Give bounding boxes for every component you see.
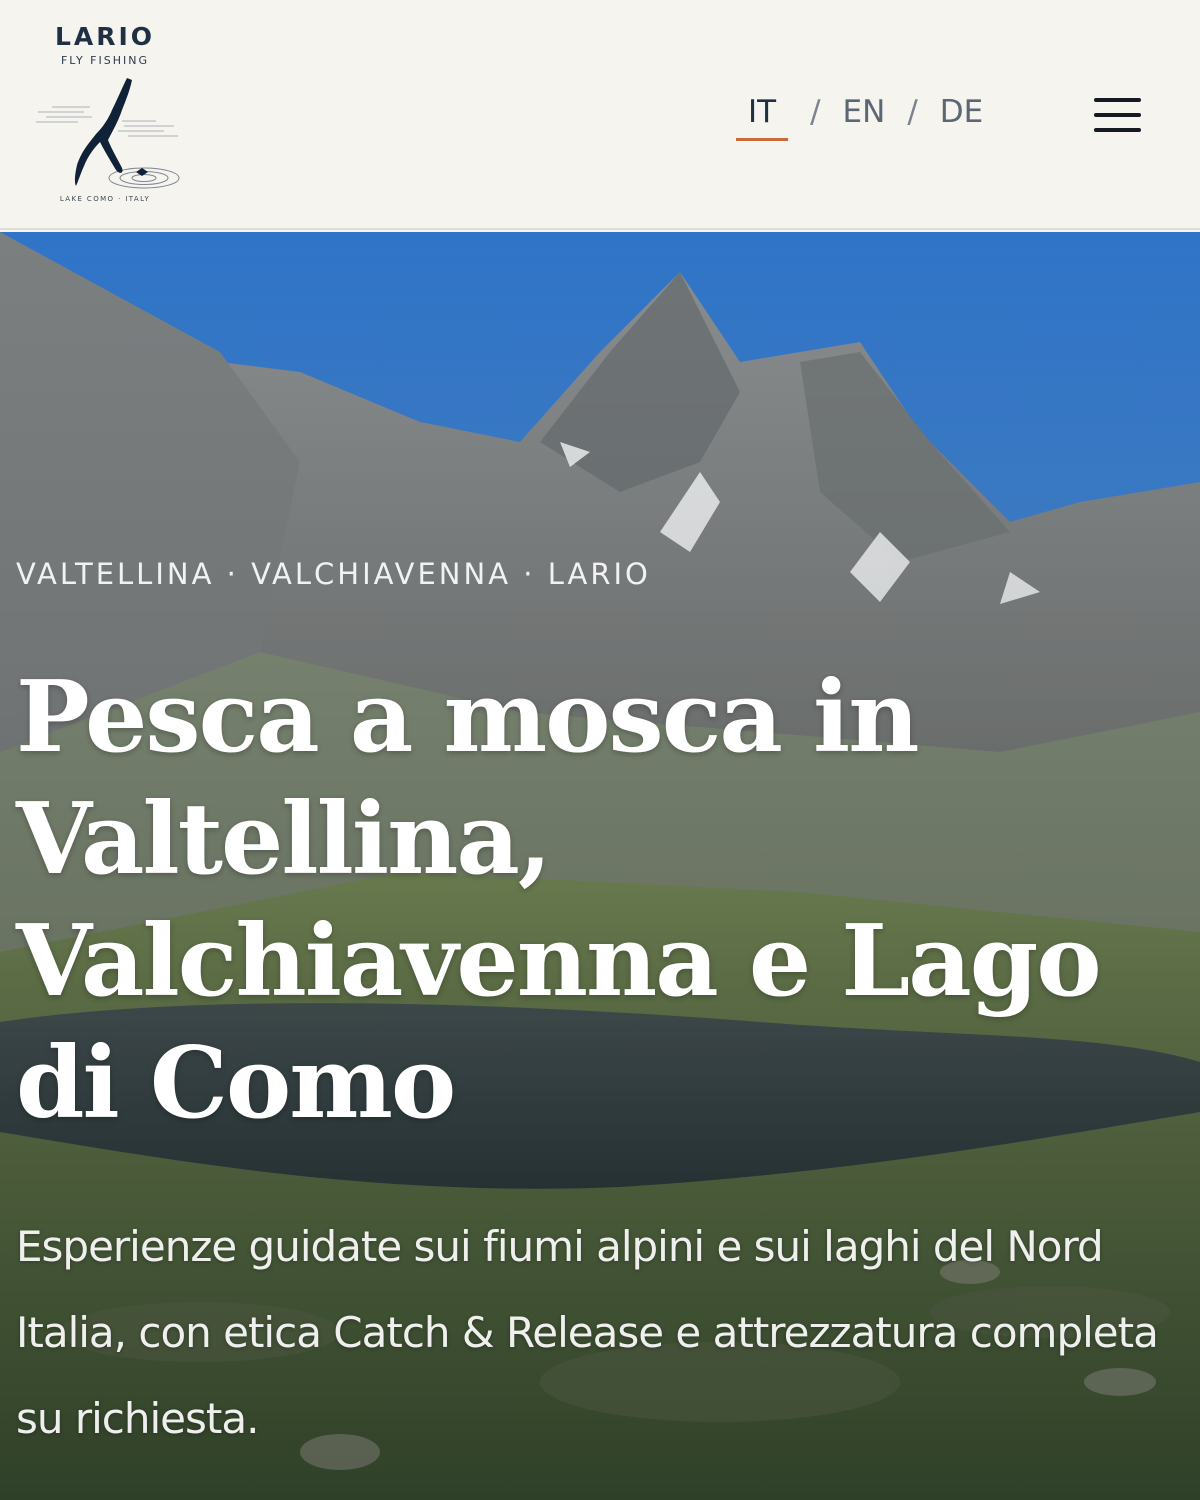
hamburger-menu-icon[interactable] — [1094, 96, 1146, 136]
lang-separator: / — [810, 94, 821, 130]
lang-it[interactable]: IT — [736, 94, 789, 141]
logo-subtitle: FLY FISHING — [60, 54, 150, 67]
hero-section: VALTELLINA · VALCHIAVENNA · LARIO Pesca … — [0, 232, 1200, 1500]
lang-de[interactable]: DE — [940, 94, 983, 130]
lang-separator: / — [907, 94, 918, 130]
lang-en[interactable]: EN — [843, 94, 886, 130]
hero-lead: Esperienze guidate sui fiumi alpini e su… — [16, 1222, 1159, 1443]
logo-footer: LAKE COMO · ITALY — [59, 195, 151, 203]
hero-headline: Pesca a mosca in Valtellina, Valchiavenn… — [16, 660, 1102, 1141]
language-switcher: IT / EN / DE — [736, 94, 983, 144]
logo-title: LARIO — [54, 22, 156, 51]
site-logo[interactable]: LARIO FLY FISHING LAKE COMO · ITALY — [30, 18, 185, 213]
lake-como-map-icon — [36, 78, 180, 189]
site-header: LARIO FLY FISHING LAKE COMO · ITALY IT /… — [0, 0, 1200, 230]
hero-eyebrow: VALTELLINA · VALCHIAVENNA · LARIO — [16, 557, 651, 591]
